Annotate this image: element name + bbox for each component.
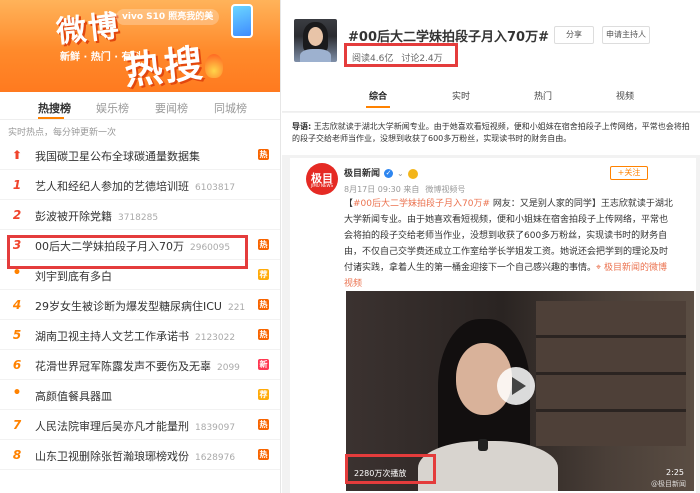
post-source[interactable]: 微博视频号 [425,185,465,194]
list-item-title[interactable]: 我国碳卫星公布全球碳通量数据集 [35,148,200,164]
topic-guide: 导语: 王志欣就读于湖北大学新闻专业。由于她喜欢看短视频，便和小姐妹在宿舍拍段子… [282,113,700,155]
tab-entertainment[interactable]: 娱乐榜 [96,100,129,116]
list-item[interactable]: 4 29岁女生被诊断为爆发型糖尿病住ICU 221 热 [0,290,280,320]
rank-number: 1 [12,178,22,192]
recommend-dot-icon: • [12,385,22,401]
hot-tabs: 热搜榜 娱乐榜 要闻榜 同城榜 [0,92,280,120]
active-tab-underline [366,106,390,108]
active-tab-underline [38,117,64,119]
list-item-title[interactable]: 彭波被开除党籍 3718285 [35,208,158,224]
hot-count: 1628976 [195,453,236,463]
tab-local[interactable]: 同城榜 [214,100,247,116]
banner-title-weibo: 微博 [54,8,123,51]
guide-text: 王志欣就读于湖北大学新闻专业。由于她喜欢看短视频，便和小姐妹在宿舍拍段子上传网络… [292,122,690,143]
topic-header: #00后大二学妹拍段子月入70万# 分享 申请主持人 阅读4.6亿 讨论2.4万 … [282,0,700,112]
hot-search-list: ⬆ 我国碳卫星公布全球碳通量数据集 热 1 艺人和经纪人参加的艺德培训班 6103… [0,140,280,470]
list-item-title[interactable]: 艺人和经纪人参加的艺德培训班 6103817 [35,178,235,194]
new-badge: 新 [258,359,269,370]
list-item[interactable]: 5 湖南卫视主持人文艺工作承诺书 2123022 热 [0,320,280,350]
hot-count: 2099 [217,363,240,373]
hot-badge: 热 [258,149,269,160]
list-item[interactable]: • 高颜值餐具器皿 荐 [0,380,280,410]
list-item-title[interactable]: 高颜值餐具器皿 [35,388,112,404]
apply-host-button[interactable]: 申请主持人 [602,26,650,44]
hot-badge: 热 [258,239,269,250]
list-item[interactable]: ⬆ 我国碳卫星公布全球碳通量数据集 热 [0,140,280,170]
hot-count: 1839097 [195,423,236,433]
topic-thumbnail [294,19,337,62]
tab-hot-search[interactable]: 热搜榜 [38,100,71,116]
update-hint: 实时热点，每分钟更新一次 [8,128,117,138]
hot-badge: 热 [258,329,269,340]
guide-label: 导语: [292,122,312,131]
tab-overview[interactable]: 综合 [369,89,387,102]
highlight-box [345,454,436,484]
chevron-down-icon[interactable]: ⌄ [397,169,404,178]
video-duration: 2:25 [666,468,684,477]
list-item[interactable]: 6 花滑世界冠军陈露发声不要伤及无辜 2099 新 [0,350,280,380]
pin-icon: ⬆ [11,148,23,162]
list-item-title[interactable]: 湖南卫视主持人文艺工作承诺书 2123022 [35,328,235,344]
medal-icon [407,168,418,179]
banner-title-hot: 热搜 [122,39,207,92]
tab-video[interactable]: 视频 [616,89,634,102]
tab-popular[interactable]: 热门 [534,89,552,102]
weibo-post: 极目 JIMU NEWS 极目新闻 ✓ ⌄ 8月17日 09:30 来自 微博视频号 … [290,158,696,493]
post-time: 8月17日 09:30 来自 [344,185,420,194]
list-item-title[interactable]: 刘宇到底有多白 [35,268,112,284]
hot-search-banner: 微博 vivo S10 照亮我的美 新鲜 · 热门 · 有料 热搜 [0,0,280,92]
list-item-title[interactable]: 山东卫视删除张哲瀚琅琊榜戏份 1628976 [35,448,235,464]
recommend-badge: 荐 [258,269,269,280]
avatar[interactable]: 极目 JIMU NEWS [306,163,338,195]
vivo-ad-label[interactable]: vivo S10 照亮我的美 [116,9,220,25]
list-item-title[interactable]: 29岁女生被诊断为爆发型糖尿病住ICU 221 [35,298,245,314]
bookshelf-background [536,301,686,446]
topic-link[interactable]: #00后大二学妹拍段子月入70万# [353,199,490,209]
list-item[interactable]: 8 山东卫视删除张哲瀚琅琊榜戏份 1628976 热 [0,440,280,470]
tab-news[interactable]: 要闻榜 [155,100,188,116]
rank-number: 6 [12,358,22,372]
list-item-title[interactable]: 花滑世界冠军陈露发声不要伤及无辜 2099 [35,358,240,374]
hot-badge: 热 [258,299,269,310]
hot-count: 2123022 [195,333,236,343]
phone-icon [231,4,253,38]
list-item[interactable]: 7 人民法院审理后吴亦凡才能量刑 1839097 热 [0,410,280,440]
rank-number: 4 [12,298,22,312]
highlight-box [7,235,248,269]
topic-tabs: 综合 实时 热门 视频 [282,84,700,110]
author-name[interactable]: 极目新闻 ✓ ⌄ [344,166,418,179]
hot-count: 6103817 [195,183,236,193]
verified-icon: ✓ [384,169,394,178]
rank-number: 8 [12,448,22,462]
video-watermark: @极目新闻 [651,480,686,488]
rank-number: 2 [12,208,22,222]
hot-badge: 热 [258,449,269,460]
post-text: 【#00后大二学妹拍段子月入70万# 网友：又是别人家的同学】王志欣就读于湖北大… [344,199,673,289]
post-meta: 8月17日 09:30 来自 微博视频号 [344,184,465,195]
hot-count: 3718285 [118,213,159,223]
follow-button[interactable]: +关注 [610,166,648,180]
rank-number: 5 [12,328,22,342]
highlight-box [344,43,458,67]
rank-number: 7 [12,418,22,432]
tab-realtime[interactable]: 实时 [452,89,470,102]
share-button[interactable]: 分享 [554,26,594,44]
list-item-title[interactable]: 人民法院审理后吴亦凡才能量刑 1839097 [35,418,235,434]
topic-page: #00后大二学妹拍段子月入70万# 分享 申请主持人 阅读4.6亿 讨论2.4万 … [282,0,700,493]
list-item[interactable]: 2 彭波被开除党籍 3718285 [0,200,280,230]
play-icon[interactable] [497,367,535,405]
hot-search-panel: 微博 vivo S10 照亮我的美 新鲜 · 热门 · 有料 热搜 热搜榜 娱乐… [0,0,281,493]
list-item[interactable]: 1 艺人和经纪人参加的艺德培训班 6103817 [0,170,280,200]
hot-badge: 热 [258,419,269,430]
recommend-badge: 荐 [258,389,269,400]
hot-count: 221 [227,303,246,313]
fire-icon [205,54,223,78]
